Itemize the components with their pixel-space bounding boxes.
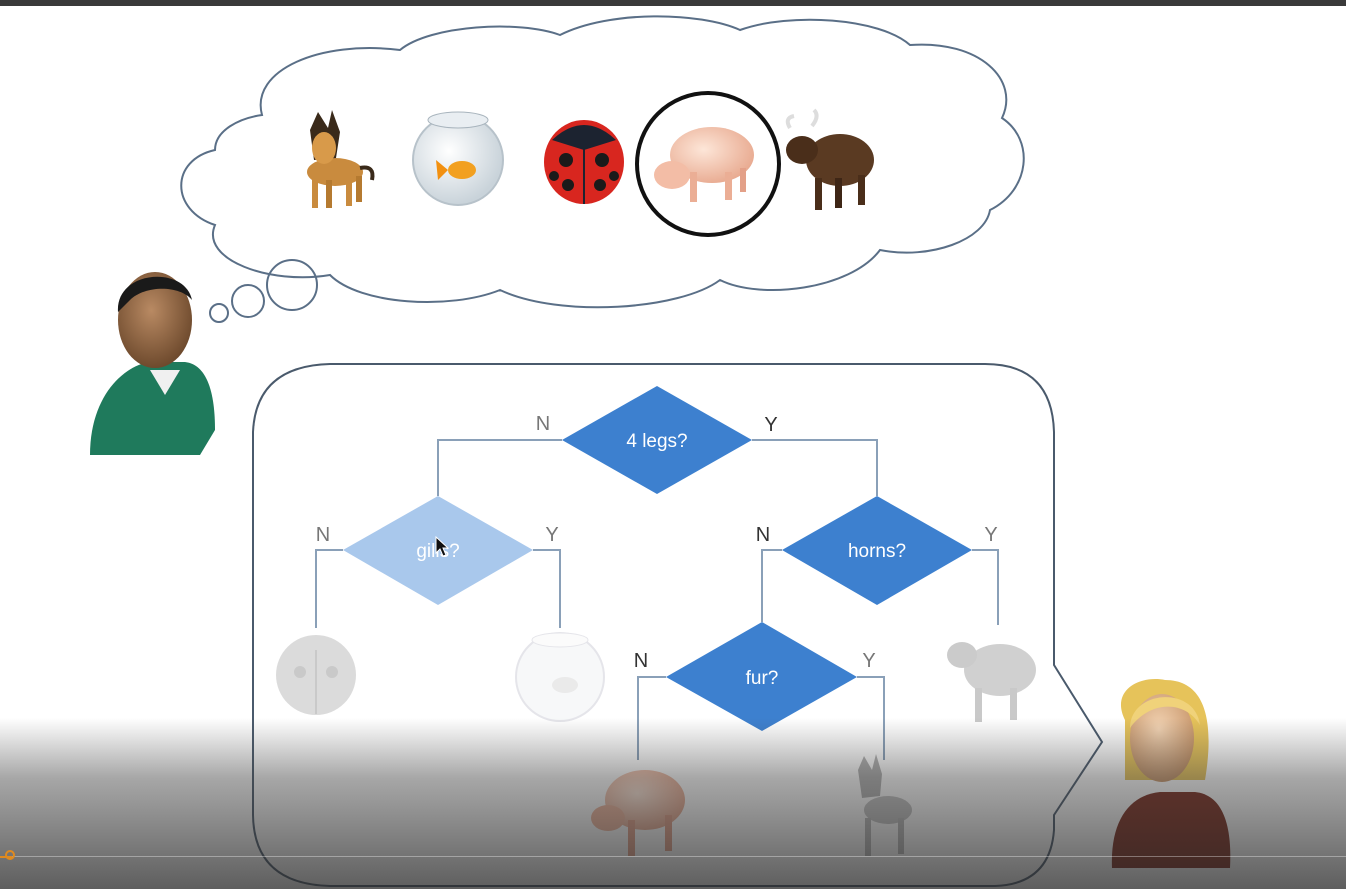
gills-no-label: N <box>316 524 330 546</box>
gills-yes-label: Y <box>545 524 558 546</box>
ladybug-leaf-icon <box>276 635 356 715</box>
ladybug-icon <box>544 120 624 204</box>
goldfish-bowl-leaf-icon <box>515 632 605 722</box>
woman-avatar <box>1111 679 1231 868</box>
thought-bubble-medium <box>231 284 265 318</box>
fur-yes-label: Y <box>862 650 875 672</box>
man-avatar <box>90 272 215 455</box>
horns-no-label: N <box>756 524 770 546</box>
pig-leaf-icon <box>591 770 685 856</box>
bull-leaf-icon <box>947 642 1036 722</box>
root-no-label: N <box>536 413 550 435</box>
slide-canvas: 4 legs? N Y gills? N Y horns? N Y fur? N… <box>90 15 1231 887</box>
slide: 4 legs? N Y gills? N Y horns? N Y fur? N… <box>0 0 1346 889</box>
video-progress-handle[interactable] <box>5 850 15 860</box>
question-label-fur: fur? <box>746 668 779 689</box>
horns-yes-label: Y <box>984 524 997 546</box>
dog-icon <box>307 110 375 208</box>
thought-bubble-large <box>266 259 318 311</box>
pig-icon <box>654 127 754 202</box>
fur-no-label: N <box>634 650 648 672</box>
dog-leaf-icon <box>858 754 912 856</box>
bull-icon <box>785 108 874 210</box>
goldfish-bowl-icon <box>412 111 504 206</box>
question-label-four-legs: 4 legs? <box>626 431 687 452</box>
question-label-horns: horns? <box>848 541 906 562</box>
video-progress-track[interactable] <box>0 856 1346 857</box>
thought-bubble-small <box>209 303 229 323</box>
root-yes-label: Y <box>764 414 777 436</box>
